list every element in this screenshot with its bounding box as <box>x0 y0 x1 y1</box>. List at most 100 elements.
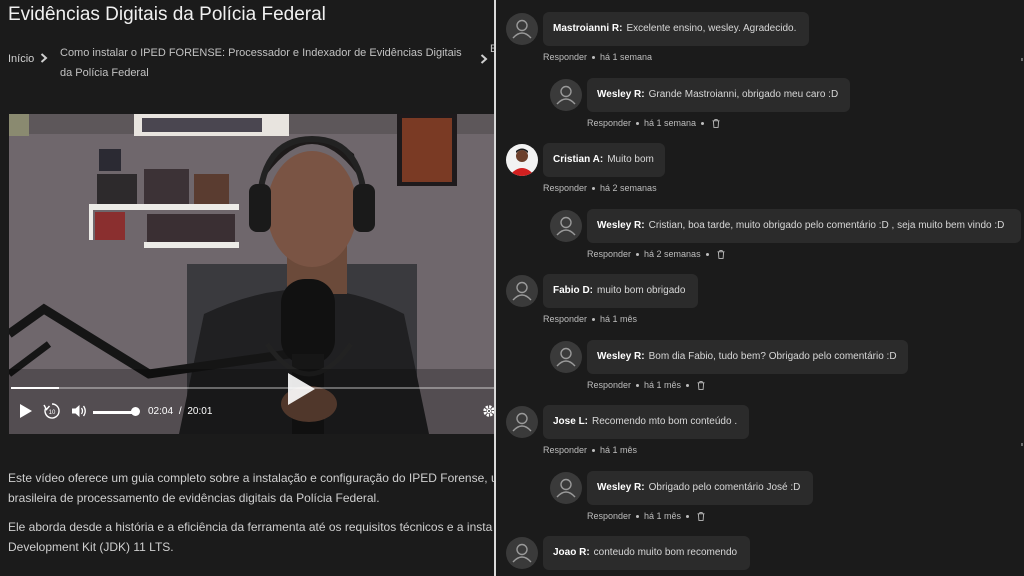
comment-text: conteudo muito bom recomendo <box>593 547 738 558</box>
comment-reply: Wesley R: Bom dia Fabio, tudo bem? Obriga… <box>496 340 1024 400</box>
comment-meta: Responder há 1 mês <box>543 314 637 324</box>
scrollbar-tick <box>1021 58 1023 61</box>
avatar[interactable] <box>506 406 538 438</box>
comment: Mastroianni R: Excelente ensino, wesley. … <box>496 12 1024 72</box>
rewind-10-icon[interactable]: 10 <box>43 402 61 420</box>
comment-author[interactable]: Mastroianni R: <box>553 23 622 34</box>
comment-author[interactable]: Jose L: <box>553 416 588 427</box>
trash-icon[interactable] <box>717 250 725 259</box>
comment-text: Recomendo mto bom conteúdo . <box>592 416 738 427</box>
comment-author[interactable]: Wesley R: <box>597 220 645 231</box>
separator-dot <box>686 384 690 388</box>
user-icon <box>512 412 532 432</box>
volume-slider-handle[interactable] <box>131 407 140 416</box>
reply-link[interactable]: Responder <box>587 380 631 390</box>
page-title: Evidências Digitais da Polícia Federal <box>8 4 326 25</box>
comment-text: Grande Mastroianni, obrigado meu caro :D <box>648 89 839 100</box>
lesson-panel: Evidências Digitais da Polícia Federal I… <box>0 0 494 576</box>
comment-reply: Wesley R: Cristian, boa tarde, muito obri… <box>496 209 1024 269</box>
comment-bubble: Wesley R: Obrigado pelo comentário José :… <box>587 471 813 505</box>
comment-author[interactable]: Wesley R: <box>597 89 645 100</box>
chevron-right-icon <box>480 54 488 64</box>
user-icon <box>556 347 576 367</box>
reply-link[interactable]: Responder <box>587 511 631 521</box>
comment-meta: Responder há 2 semanas <box>543 183 657 193</box>
separator-dot <box>636 515 640 519</box>
comment-author[interactable]: Wesley R: <box>597 482 645 493</box>
comment-author[interactable]: Fabio D: <box>553 285 593 296</box>
comment-author[interactable]: Cristian A: <box>553 154 603 165</box>
reply-link[interactable]: Responder <box>543 314 587 324</box>
avatar[interactable] <box>506 275 538 307</box>
comment-author[interactable]: Joao R: <box>553 547 590 558</box>
comment-meta: Responder há 1 semana <box>587 118 720 128</box>
chevron-right-icon <box>40 53 48 63</box>
comment-text: Obrigado pelo comentário José :D <box>648 482 801 493</box>
play-icon[interactable] <box>19 403 33 419</box>
avatar[interactable] <box>550 472 582 504</box>
comment-age: há 1 semana <box>644 118 697 128</box>
comment-text: Excelente ensino, wesley. Agradecido. <box>626 23 797 34</box>
separator-dot <box>592 318 596 322</box>
video-progress-bar[interactable] <box>11 387 494 389</box>
user-icon <box>512 543 532 563</box>
avatar[interactable] <box>550 79 582 111</box>
comment-bubble: Jose L: Recomendo mto bom conteúdo . <box>543 405 749 439</box>
breadcrumb-home-link[interactable]: Início <box>8 53 34 65</box>
reply-link[interactable]: Responder <box>587 249 631 259</box>
separator-dot <box>636 122 640 126</box>
description-paragraph-2: Ele aborda desde a história e a eficiênc… <box>8 517 494 557</box>
user-icon <box>556 216 576 236</box>
volume-fill <box>93 411 135 414</box>
separator-dot <box>592 187 596 191</box>
video-time: 02:04 / 20:01 <box>148 406 212 417</box>
reply-link[interactable]: Responder <box>543 445 587 455</box>
avatar[interactable] <box>506 13 538 45</box>
comment-bubble: Fabio D: muito bom obrigado <box>543 274 698 308</box>
trash-icon[interactable] <box>697 512 705 521</box>
comment-age: há 2 semanas <box>600 183 657 193</box>
comment: Joao R: conteudo muito bom recomendo <box>496 536 1024 576</box>
breadcrumb-current-link[interactable]: Como instalar o IPED FORENSE: Processado… <box>60 43 470 83</box>
video-current-time: 02:04 <box>148 406 174 417</box>
video-frame <box>9 114 494 434</box>
comments-panel: Mastroianni R: Excelente ensino, wesley. … <box>496 0 1024 576</box>
comment-author[interactable]: Wesley R: <box>597 351 645 362</box>
video-progress-fill <box>11 387 59 389</box>
volume-icon[interactable] <box>71 403 87 419</box>
avatar[interactable] <box>506 537 538 569</box>
video-time-separator: / <box>178 406 182 417</box>
play-overlay-icon[interactable] <box>286 372 316 406</box>
reply-link[interactable]: Responder <box>543 183 587 193</box>
comment-text: Bom dia Fabio, tudo bem? Obrigado pelo c… <box>648 351 897 362</box>
reply-link[interactable]: Responder <box>543 52 587 62</box>
avatar[interactable] <box>550 210 582 242</box>
comment-bubble: Joao R: conteudo muito bom recomendo <box>543 536 750 570</box>
separator-dot <box>636 253 640 257</box>
comment: Cristian A: Muito bom Responder há 2 semana… <box>496 143 1024 203</box>
separator-dot <box>592 56 596 60</box>
user-icon <box>556 85 576 105</box>
gear-icon[interactable] <box>481 403 494 419</box>
reply-link[interactable]: Responder <box>587 118 631 128</box>
comment-meta: Responder há 1 mês <box>587 380 705 390</box>
avatar[interactable] <box>506 144 538 176</box>
comment-meta: Responder há 1 mês <box>543 445 637 455</box>
comment-meta: Responder há 1 semana <box>543 52 652 62</box>
svg-text:10: 10 <box>49 410 56 416</box>
comment-text: Muito bom <box>607 154 654 165</box>
comment-age: há 2 semanas <box>644 249 701 259</box>
separator-dot <box>636 384 640 388</box>
comment-age: há 1 mês <box>600 445 638 455</box>
description-line: Ele aborda desde a história e a eficiênc… <box>8 520 493 534</box>
comment-bubble: Wesley R: Bom dia Fabio, tudo bem? Obriga… <box>587 340 908 374</box>
comment-age: há 1 semana <box>600 52 653 62</box>
comment-age: há 1 mês <box>644 511 682 521</box>
avatar[interactable] <box>550 341 582 373</box>
trash-icon[interactable] <box>697 381 705 390</box>
trash-icon[interactable] <box>712 119 720 128</box>
comment: Fabio D: muito bom obrigado Responder há 1 … <box>496 274 1024 334</box>
comment-text: muito bom obrigado <box>597 285 686 296</box>
user-photo-icon <box>506 144 538 176</box>
video-player[interactable] <box>9 114 494 434</box>
